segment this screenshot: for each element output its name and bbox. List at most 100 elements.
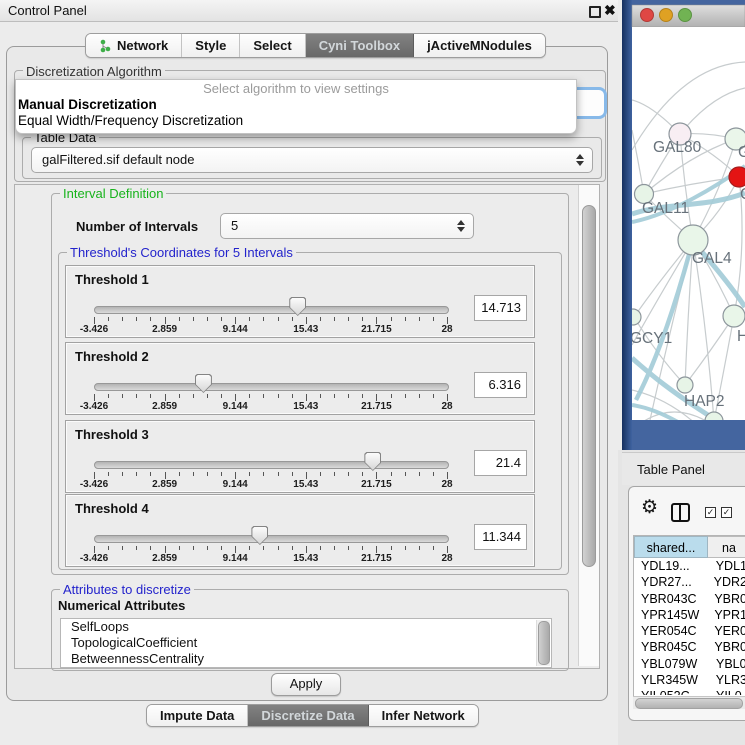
table-cell-name[interactable]: YPR1 (706, 607, 745, 623)
table-cell-shared-name[interactable]: YLR345W (634, 672, 708, 688)
tab-network[interactable]: Network (86, 34, 182, 57)
table-cell-name[interactable]: YER0 (706, 623, 745, 639)
table-data-combo[interactable]: galFiltered.sif default node (31, 147, 593, 173)
table-cell-shared-name[interactable]: YIL052C (634, 688, 708, 695)
tab-cyni-toolbox[interactable]: Cyni Toolbox (306, 34, 414, 57)
slider-track[interactable] (94, 383, 449, 391)
table-horizontal-scrollbar-thumb[interactable] (635, 698, 743, 709)
vertical-scrollbar[interactable] (578, 185, 599, 666)
table-cell-name[interactable]: YBR0 (706, 639, 745, 655)
table-row[interactable]: YBR045CYBR0 (634, 639, 745, 655)
threshold-1-slider[interactable]: -3.4262.8599.14415.4321.71528 (94, 266, 447, 337)
table-cell-shared-name[interactable]: YBL079W (634, 656, 708, 672)
slider-tick (433, 472, 434, 476)
threshold-3-slider[interactable]: -3.4262.8599.14415.4321.71528 (94, 421, 447, 492)
slider-tick-label: 15.43 (293, 479, 318, 490)
float-window-icon[interactable] (589, 6, 601, 18)
slider-track[interactable] (94, 461, 449, 469)
table-row[interactable]: YER054CYER0 (634, 623, 745, 639)
list-item[interactable]: BetweennessCentrality (61, 651, 551, 667)
node-h[interactable] (723, 305, 745, 327)
close-traffic-light-icon[interactable] (641, 9, 654, 22)
slider-tick-label: 2.859 (152, 324, 177, 335)
tab-discretize-data[interactable]: Discretize Data (248, 705, 368, 726)
table-cell-name[interactable]: YLR3 (708, 672, 745, 688)
tab-jactivemnodules[interactable]: jActiveMNodules (414, 34, 545, 57)
table-panel-header: Table Panel (622, 452, 745, 485)
slider-tick-label: 2.859 (152, 479, 177, 490)
network-canvas[interactable] (632, 27, 745, 420)
threshold-4-value-field[interactable]: 11.344 (474, 524, 527, 550)
node-selected-red[interactable] (729, 167, 745, 187)
slider-track[interactable] (94, 535, 449, 543)
list-item[interactable]: SelfLoops (61, 619, 551, 635)
slider-tick (108, 394, 109, 398)
table-cell-shared-name[interactable]: YBR043C (634, 591, 706, 607)
checkbox-icon[interactable]: ✓ (705, 507, 716, 518)
table-row[interactable]: YBR043CYBR0 (634, 591, 745, 607)
table-horizontal-scrollbar[interactable] (633, 696, 745, 709)
table-row[interactable]: YPR145WYPR1 (634, 607, 745, 623)
node-hap2[interactable] (677, 377, 693, 393)
slider-tick (263, 394, 264, 398)
split-columns-icon[interactable] (671, 503, 690, 522)
slider-tick (278, 394, 279, 398)
table-cell-shared-name[interactable]: YDL19... (634, 558, 708, 574)
tab-impute-data[interactable]: Impute Data (147, 705, 248, 726)
table-row[interactable]: YDL19...YDL1 (634, 558, 745, 574)
slider-tick (405, 546, 406, 550)
threshold-4-slider[interactable]: -3.4262.8599.14415.4321.71528 (94, 495, 447, 566)
tab-style[interactable]: Style (182, 34, 240, 57)
minimize-traffic-light-icon[interactable] (660, 9, 673, 22)
slider-tick (405, 394, 406, 398)
table-cell-name[interactable]: YBR0 (706, 591, 745, 607)
list-scrollbar-thumb[interactable] (538, 621, 550, 665)
slider-tick (334, 394, 335, 398)
table-cell-name[interactable]: YBL0 (708, 656, 745, 672)
vertical-scrollbar-thumb[interactable] (582, 205, 596, 567)
numerical-attributes-list[interactable]: SelfLoopsTopologicalCoefficientBetweenne… (60, 618, 552, 668)
table-row[interactable]: YLR345WYLR3 (634, 672, 745, 688)
attributes-group-title: Attributes to discretize (60, 582, 194, 597)
list-scrollbar[interactable] (536, 620, 550, 666)
gear-icon[interactable]: ⚙ (641, 496, 658, 519)
apply-button[interactable]: Apply (271, 673, 341, 696)
dropdown-option-manual[interactable]: Manual Discretization (16, 97, 576, 113)
slider-tick (362, 472, 363, 476)
tab-select[interactable]: Select (240, 34, 305, 57)
slider-tick-label: -3.426 (80, 401, 108, 412)
dropdown-option-equal-width[interactable]: Equal Width/Frequency Discretization (16, 113, 576, 129)
table-cell-shared-name[interactable]: YPR145W (634, 607, 706, 623)
slider-tick (207, 317, 208, 321)
table-cell-name[interactable]: YDL1 (708, 558, 745, 574)
table-panel-title: Table Panel (637, 462, 705, 477)
slider-tick-label: 21.715 (361, 479, 392, 490)
column-header-name[interactable]: na (708, 536, 745, 558)
slider-tick-label: 28 (441, 553, 452, 564)
table-cell-shared-name[interactable]: YER054C (634, 623, 706, 639)
table-row[interactable]: YIL052CYIL0 (634, 688, 745, 695)
slider-tick-label: -3.426 (80, 324, 108, 335)
close-icon[interactable]: ✖ (604, 2, 616, 19)
checkbox-icon[interactable]: ✓ (721, 507, 732, 518)
table-row[interactable]: YDR27...YDR2 (634, 574, 745, 590)
slider-tick (122, 472, 123, 476)
slider-tick (278, 472, 279, 476)
list-item[interactable]: TopologicalCoefficient (61, 635, 551, 651)
threshold-1-value-field[interactable]: 14.713 (474, 295, 527, 321)
network-view-window[interactable]: GAL80 GA C GAL11 GAL4 GCY1 H HAP2 (622, 0, 745, 450)
threshold-3-value-field[interactable]: 21.4 (474, 450, 527, 476)
column-header-shared-name[interactable]: shared... (634, 536, 708, 558)
table-cell-name[interactable]: YIL0 (708, 688, 745, 695)
table-cell-shared-name[interactable]: YBR045C (634, 639, 706, 655)
number-of-intervals-combo[interactable]: 5 (220, 213, 474, 239)
threshold-2-slider[interactable]: -3.4262.8599.14415.4321.71528 (94, 343, 447, 414)
table-cell-shared-name[interactable]: YDR27... (634, 574, 706, 590)
zoom-traffic-light-icon[interactable] (679, 9, 692, 22)
table-cell-name[interactable]: YDR2 (706, 574, 745, 590)
slider-tick (165, 546, 166, 553)
tab-infer-network[interactable]: Infer Network (369, 705, 478, 726)
table-row[interactable]: YBL079WYBL0 (634, 656, 745, 672)
slider-track[interactable] (94, 306, 449, 314)
threshold-2-value-field[interactable]: 6.316 (474, 372, 527, 398)
